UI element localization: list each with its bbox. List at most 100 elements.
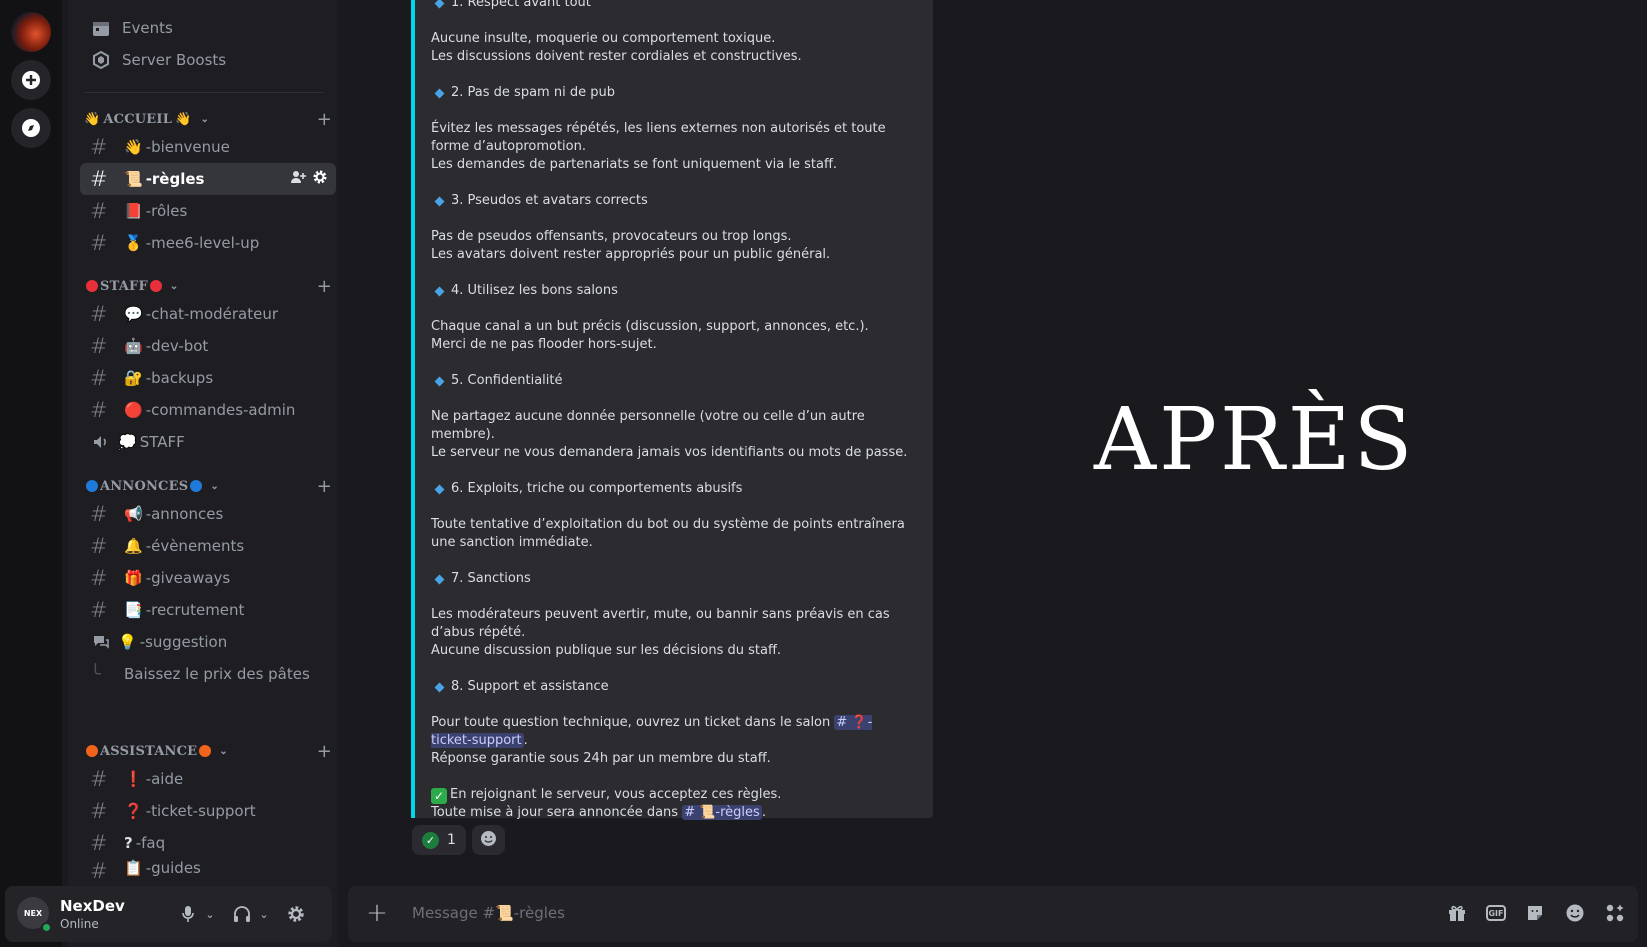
server-icon[interactable]	[11, 12, 51, 52]
orange-circle-icon	[199, 745, 212, 757]
category-emoji: 👋	[84, 111, 101, 127]
category-assistance[interactable]: ASSISTANCE ⌄ +	[84, 741, 334, 762]
blue-diamond-icon	[434, 376, 445, 386]
rule-heading: 2. Pas de spam ni de pub	[451, 85, 615, 100]
category-staff[interactable]: STAFF ⌄ +	[84, 276, 334, 297]
rule-text: Évitez les messages répétés, les liens e…	[431, 121, 886, 154]
sidebar-item-bienvenue[interactable]: # 👋 -bienvenue	[80, 131, 336, 163]
add-channel-icon[interactable]: +	[317, 276, 332, 297]
username[interactable]: NexDev	[60, 897, 125, 915]
sidebar-item-regles[interactable]: # 📜 -règles	[80, 163, 336, 195]
sidebar-item-guides[interactable]: # 📋 -guides	[80, 859, 336, 881]
attach-plus-icon[interactable]: +	[364, 898, 390, 928]
sidebar-item-server-boosts[interactable]: Server Boosts	[80, 44, 336, 76]
rule-text: Les demandes de partenariats se font uni…	[431, 157, 838, 172]
chevron-down-icon[interactable]: ⌄	[199, 903, 221, 925]
rule-text: Les discussions doivent rester cordiales…	[431, 49, 802, 64]
sidebar-item-annonces[interactable]: # 📢 -annonces	[80, 498, 336, 530]
gear-icon[interactable]	[285, 903, 307, 925]
rule-heading: 4. Utilisez les bons salons	[451, 283, 618, 298]
gear-icon[interactable]	[312, 169, 328, 189]
sidebar-item-evenements[interactable]: # 🔔 -évènements	[80, 530, 336, 562]
compass-icon[interactable]	[11, 108, 51, 148]
hash-icon: #	[90, 135, 108, 159]
channel-emoji: 📢	[124, 505, 143, 523]
sidebar-item-label: Server Boosts	[122, 51, 227, 69]
sidebar-item-giveaways[interactable]: # 🎁 -giveaways	[80, 562, 336, 594]
rule-text: Chaque canal a un but précis (discussion…	[431, 319, 869, 334]
headphones-icon[interactable]	[231, 903, 253, 925]
sidebar-item-commandes-admin[interactable]: # 🔴 -commandes-admin	[80, 394, 336, 426]
sidebar-item-mee6-level-up[interactable]: # 🥇 -mee6-level-up	[80, 227, 336, 259]
category-annonces[interactable]: ANNONCES ⌄ +	[84, 476, 334, 497]
category-accueil[interactable]: 👋 ACCUEIL 👋 ⌄ +	[84, 109, 334, 130]
sidebar-item-dev-bot[interactable]: # 🤖 -dev-bot	[80, 330, 336, 362]
category-emoji: 👋	[175, 111, 192, 127]
locked-hash-icon: #	[90, 398, 108, 422]
rule-heading: 8. Support et assistance	[451, 679, 609, 694]
rule-text: Toute tentative d’exploitation du bot ou…	[431, 517, 905, 550]
add-reaction-button[interactable]	[471, 825, 505, 855]
channel-emoji: 🔐	[124, 369, 143, 387]
sidebar-item-aide[interactable]: # ❗ -aide	[80, 763, 336, 795]
channel-label: -évènements	[145, 537, 245, 555]
emoji-icon[interactable]	[1564, 902, 1586, 924]
chevron-down-icon: ⌄	[219, 745, 228, 757]
sticker-icon[interactable]	[1524, 902, 1546, 924]
sidebar-item-suggestion[interactable]: 💡 -suggestion	[80, 626, 336, 658]
channel-label: -annonces	[145, 505, 224, 523]
channel-label: -mee6-level-up	[145, 234, 260, 252]
rule-text: Merci de ne pas flooder hors-sujet.	[431, 337, 657, 352]
channel-label: -commandes-admin	[145, 401, 296, 419]
add-channel-icon[interactable]: +	[317, 109, 332, 130]
rule-heading: 7. Sanctions	[451, 571, 531, 586]
rule-text-part: Pour toute question technique, ouvrez un…	[431, 715, 831, 730]
add-server-icon[interactable]	[11, 60, 51, 100]
add-channel-icon[interactable]: +	[317, 476, 332, 497]
hash-icon: #	[90, 767, 108, 791]
blue-diamond-icon	[434, 484, 445, 494]
add-channel-icon[interactable]: +	[317, 741, 332, 762]
sidebar-item-ticket-support[interactable]: # ❓ -ticket-support	[80, 795, 336, 827]
channel-emoji: ?	[124, 834, 133, 852]
hash-icon: #	[90, 598, 108, 622]
rule-text: Les modérateurs peuvent avertir, mute, o…	[431, 607, 890, 640]
rule-heading: 5. Confidentialité	[451, 373, 563, 388]
rule-text-part: Toute mise à jour sera annoncée dans	[431, 805, 679, 820]
rule-text: Réponse garantie sous 24h par un membre …	[431, 751, 771, 766]
channel-label: STAFF	[139, 433, 185, 451]
gift-icon[interactable]	[1446, 902, 1468, 924]
rule-text: Pas de pseudos offensants, provocateurs …	[431, 229, 792, 244]
sidebar-item-chat-moderateur[interactable]: # 💬 -chat-modérateur	[80, 298, 336, 330]
gif-icon[interactable]: GIF	[1486, 905, 1506, 921]
sidebar-item-thread[interactable]: ╰ Baissez le prix des pâtes	[80, 658, 336, 690]
invite-icon[interactable]	[290, 169, 306, 189]
blue-diamond-icon	[434, 0, 445, 8]
hash-icon: #	[90, 831, 108, 855]
chevron-down-icon[interactable]: ⌄	[253, 903, 275, 925]
channel-emoji: 🔴	[124, 401, 143, 419]
rule-text: Aucune discussion publique sur les décis…	[431, 643, 782, 658]
reaction-check[interactable]: ✓ 1	[412, 825, 466, 855]
message-composer[interactable]: + Message #📜-règles GIF	[348, 886, 1638, 942]
channel-label: -recrutement	[145, 601, 245, 619]
hash-icon: #	[90, 199, 108, 223]
hash-icon: #	[90, 799, 108, 823]
sidebar-item-events[interactable]: Events	[80, 12, 336, 44]
channel-emoji: 💡	[118, 633, 137, 651]
channel-emoji: 📕	[124, 202, 143, 220]
message-input[interactable]: Message #📜-règles	[412, 904, 565, 922]
channel-mention-regles[interactable]: # 📜-règles	[682, 805, 762, 820]
sidebar-item-backups[interactable]: # 🔐 -backups	[80, 362, 336, 394]
rule-text: Aucune insulte, moquerie ou comportement…	[431, 31, 776, 46]
locked-hash-icon: #	[90, 366, 108, 390]
hash-icon: #	[90, 231, 108, 255]
sidebar-item-roles[interactable]: # 📕 -rôles	[80, 195, 336, 227]
apps-icon[interactable]	[1604, 902, 1626, 924]
sidebar-item-recrutement[interactable]: # 📑 -recrutement	[80, 594, 336, 626]
channel-emoji: 💬	[124, 305, 143, 323]
sidebar-item-faq[interactable]: # ? -faq	[80, 827, 336, 859]
rule-text: Pour toute question technique, ouvrez un…	[431, 715, 873, 748]
microphone-icon[interactable]	[177, 903, 199, 925]
sidebar-item-staff-voice[interactable]: 💭 STAFF	[80, 426, 336, 458]
